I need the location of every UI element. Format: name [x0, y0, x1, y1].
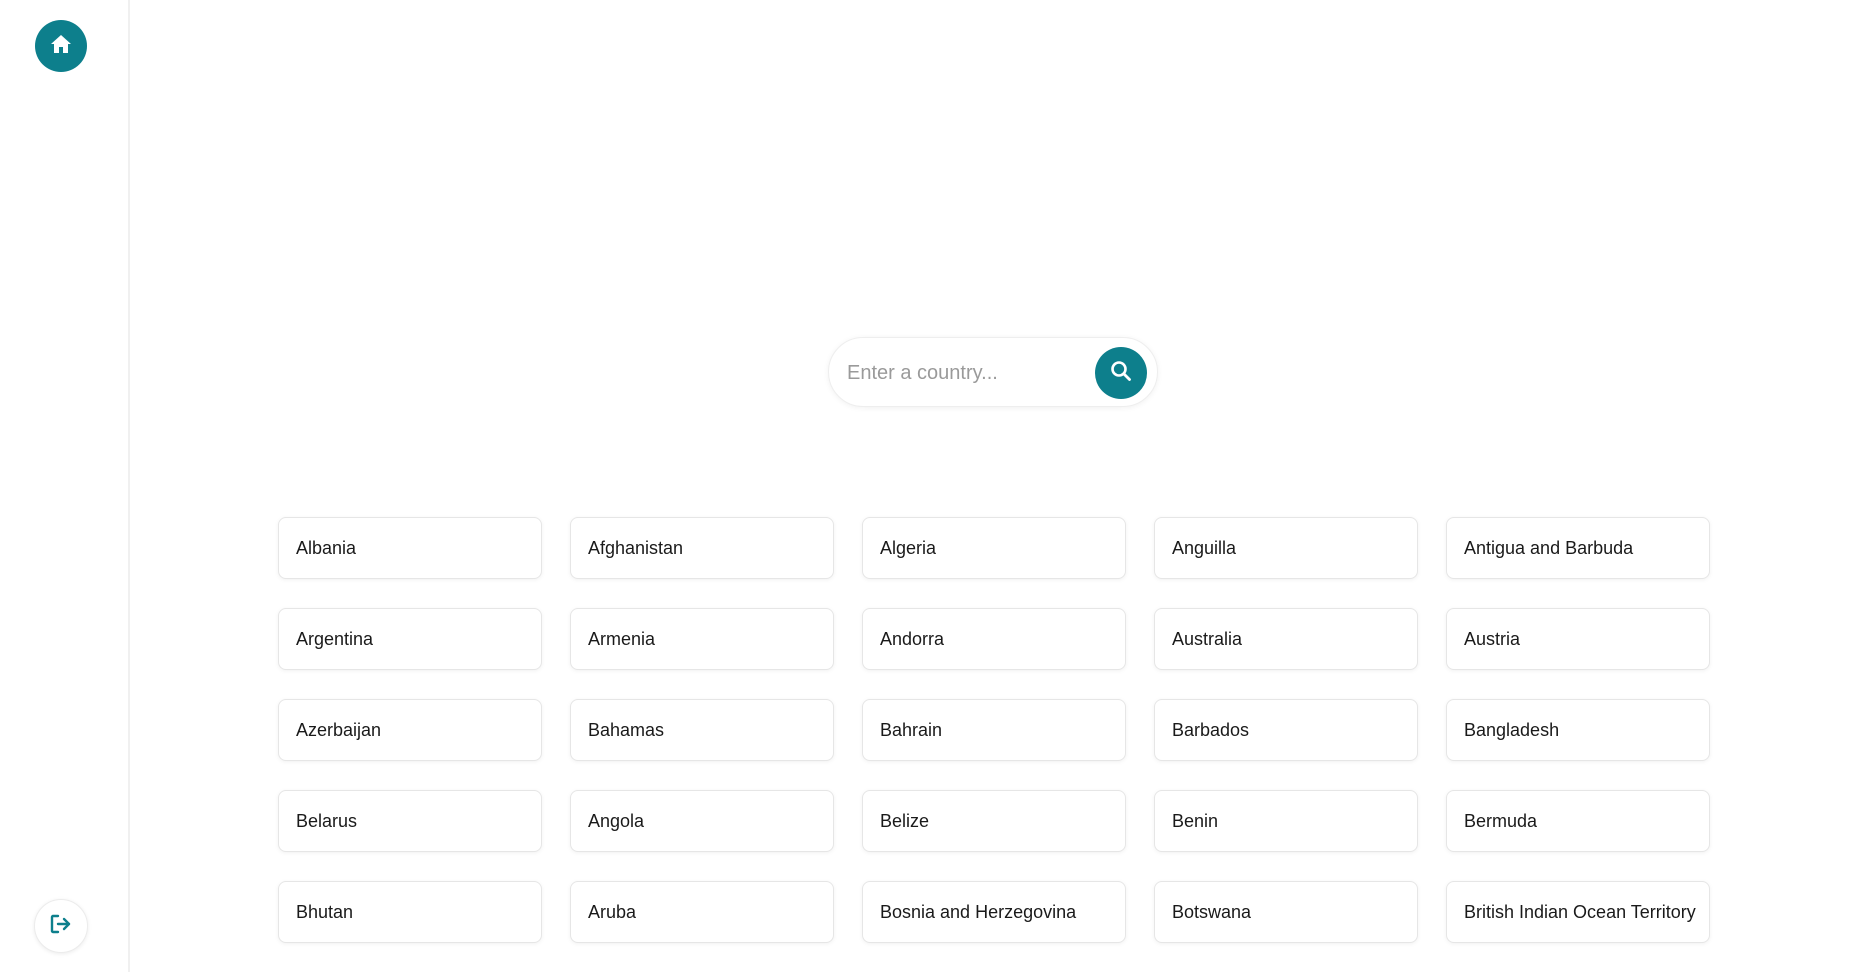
country-name: Andorra — [880, 628, 945, 649]
country-card[interactable]: Bangladesh — [1446, 699, 1710, 761]
search-input[interactable] — [845, 352, 1079, 394]
country-name: Botswana — [1172, 901, 1252, 922]
country-card[interactable]: Anguilla — [1154, 517, 1418, 579]
country-card[interactable]: Bahrain — [862, 699, 1126, 761]
country-card[interactable]: Belarus — [278, 790, 542, 852]
country-name: Bosnia and Herzegovina — [880, 901, 1077, 922]
country-name: Aruba — [588, 901, 637, 922]
country-card[interactable]: Andorra — [862, 608, 1126, 670]
country-name: Bahrain — [880, 719, 943, 740]
country-name: Armenia — [588, 628, 656, 649]
country-name: Argentina — [296, 628, 374, 649]
country-grid: Albania Afghanistan Algeria Anguilla Ant… — [278, 517, 1710, 943]
country-card[interactable]: Antigua and Barbuda — [1446, 517, 1710, 579]
country-card[interactable]: Belize — [862, 790, 1126, 852]
search-bar — [828, 337, 1158, 407]
country-name: Antigua and Barbuda — [1464, 537, 1634, 558]
country-card[interactable]: Benin — [1154, 790, 1418, 852]
home-button[interactable] — [35, 20, 87, 72]
country-name: Belize — [880, 810, 930, 831]
country-card[interactable]: Armenia — [570, 608, 834, 670]
logout-button[interactable] — [34, 899, 88, 953]
country-name: Afghanistan — [588, 537, 684, 558]
country-name: Bermuda — [1464, 810, 1538, 831]
country-name: Anguilla — [1172, 537, 1237, 558]
country-name: Algeria — [880, 537, 937, 558]
country-name: Bangladesh — [1464, 719, 1560, 740]
country-name: Barbados — [1172, 719, 1250, 740]
country-name: Benin — [1172, 810, 1219, 831]
country-name: Azerbaijan — [296, 719, 382, 740]
country-name: Bhutan — [296, 901, 354, 922]
country-card[interactable]: Algeria — [862, 517, 1126, 579]
country-card[interactable]: Australia — [1154, 608, 1418, 670]
country-card[interactable]: Austria — [1446, 608, 1710, 670]
home-icon — [49, 33, 73, 60]
country-card[interactable]: Aruba — [570, 881, 834, 943]
country-card[interactable]: Albania — [278, 517, 542, 579]
country-card[interactable]: Afghanistan — [570, 517, 834, 579]
country-card[interactable]: Bosnia and Herzegovina — [862, 881, 1126, 943]
logout-icon — [49, 913, 73, 940]
sidebar — [0, 0, 130, 972]
country-name: Bahamas — [588, 719, 665, 740]
country-card[interactable]: Bhutan — [278, 881, 542, 943]
country-card[interactable]: Barbados — [1154, 699, 1418, 761]
search-icon — [1110, 360, 1132, 387]
country-name: Albania — [296, 537, 357, 558]
country-card[interactable]: Botswana — [1154, 881, 1418, 943]
country-card[interactable]: Azerbaijan — [278, 699, 542, 761]
country-card[interactable]: Argentina — [278, 608, 542, 670]
country-card[interactable]: Bahamas — [570, 699, 834, 761]
country-name: Austria — [1464, 628, 1521, 649]
country-card[interactable]: Bermuda — [1446, 790, 1710, 852]
country-name: Belarus — [296, 810, 358, 831]
main-content: Albania Afghanistan Algeria Anguilla Ant… — [130, 0, 1858, 972]
search-button[interactable] — [1095, 347, 1147, 399]
country-name: Angola — [588, 810, 645, 831]
country-name: British Indian Ocean Territory — [1464, 901, 1696, 922]
country-card[interactable]: Angola — [570, 790, 834, 852]
country-name: Australia — [1172, 628, 1243, 649]
country-card[interactable]: British Indian Ocean Territory — [1446, 881, 1710, 943]
